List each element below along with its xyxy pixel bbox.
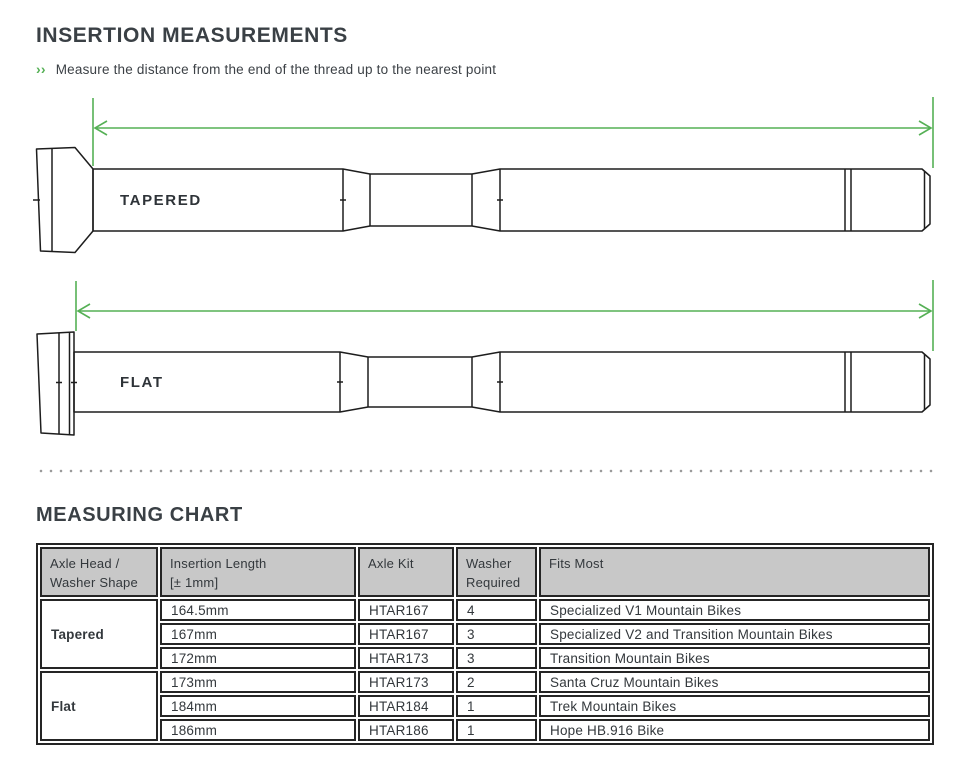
- flat-label: FLAT: [120, 374, 164, 391]
- table-header-row: Axle Head / Washer Shape Insertion Lengt…: [40, 547, 930, 597]
- col-header-fits-most: Fits Most: [539, 547, 930, 597]
- cell-washer-required: 3: [456, 647, 537, 669]
- cell-fits-most: Hope HB.916 Bike: [539, 719, 930, 741]
- measuring-chart-table: Axle Head / Washer Shape Insertion Lengt…: [36, 543, 934, 745]
- cell-insertion-length: 167mm: [160, 623, 356, 645]
- tapered-measurement-arrow: [93, 97, 933, 168]
- cell-fits-most: Transition Mountain Bikes: [539, 647, 930, 669]
- dotted-divider: [36, 469, 934, 473]
- cell-axle-kit: HTAR167: [358, 623, 454, 645]
- cell-axle-kit: HTAR167: [358, 599, 454, 621]
- table-row: 167mm HTAR167 3 Specialized V2 and Trans…: [40, 623, 930, 645]
- cell-washer-required: 1: [456, 719, 537, 741]
- flat-axle-drawing: [37, 332, 930, 435]
- cell-fits-most: Specialized V1 Mountain Bikes: [539, 599, 930, 621]
- cell-insertion-length: 184mm: [160, 695, 356, 717]
- group-cell-flat: Flat: [40, 671, 158, 741]
- cell-washer-required: 4: [456, 599, 537, 621]
- cell-insertion-length: 172mm: [160, 647, 356, 669]
- cell-insertion-length: 186mm: [160, 719, 356, 741]
- cell-insertion-length: 173mm: [160, 671, 356, 693]
- tapered-label: TAPERED: [120, 192, 202, 209]
- flat-measurement-arrow: [76, 280, 933, 351]
- measuring-chart-title: MEASURING CHART: [36, 504, 243, 527]
- cell-washer-required: 1: [456, 695, 537, 717]
- cell-fits-most: Santa Cruz Mountain Bikes: [539, 671, 930, 693]
- col-header-washer-required: Washer Required: [456, 547, 537, 597]
- cell-axle-kit: HTAR186: [358, 719, 454, 741]
- col-header-axle-head: Axle Head / Washer Shape: [40, 547, 158, 597]
- table-row: Flat 173mm HTAR173 2 Santa Cruz Mountain…: [40, 671, 930, 693]
- insertion-measurements-page: INSERTION MEASUREMENTS ››Measure the dis…: [0, 0, 970, 776]
- col-header-insertion-length: Insertion Length [± 1mm]: [160, 547, 356, 597]
- table-row: Tapered 164.5mm HTAR167 4 Specialized V1…: [40, 599, 930, 621]
- axle-diagrams: TAPERED: [0, 0, 970, 470]
- cell-axle-kit: HTAR173: [358, 671, 454, 693]
- cell-insertion-length: 164.5mm: [160, 599, 356, 621]
- group-cell-tapered: Tapered: [40, 599, 158, 669]
- table-row: 186mm HTAR186 1 Hope HB.916 Bike: [40, 719, 930, 741]
- cell-fits-most: Specialized V2 and Transition Mountain B…: [539, 623, 930, 645]
- cell-fits-most: Trek Mountain Bikes: [539, 695, 930, 717]
- cell-washer-required: 3: [456, 623, 537, 645]
- col-header-axle-kit: Axle Kit: [358, 547, 454, 597]
- cell-washer-required: 2: [456, 671, 537, 693]
- cell-axle-kit: HTAR184: [358, 695, 454, 717]
- cell-axle-kit: HTAR173: [358, 647, 454, 669]
- table-row: 172mm HTAR173 3 Transition Mountain Bike…: [40, 647, 930, 669]
- table-row: 184mm HTAR184 1 Trek Mountain Bikes: [40, 695, 930, 717]
